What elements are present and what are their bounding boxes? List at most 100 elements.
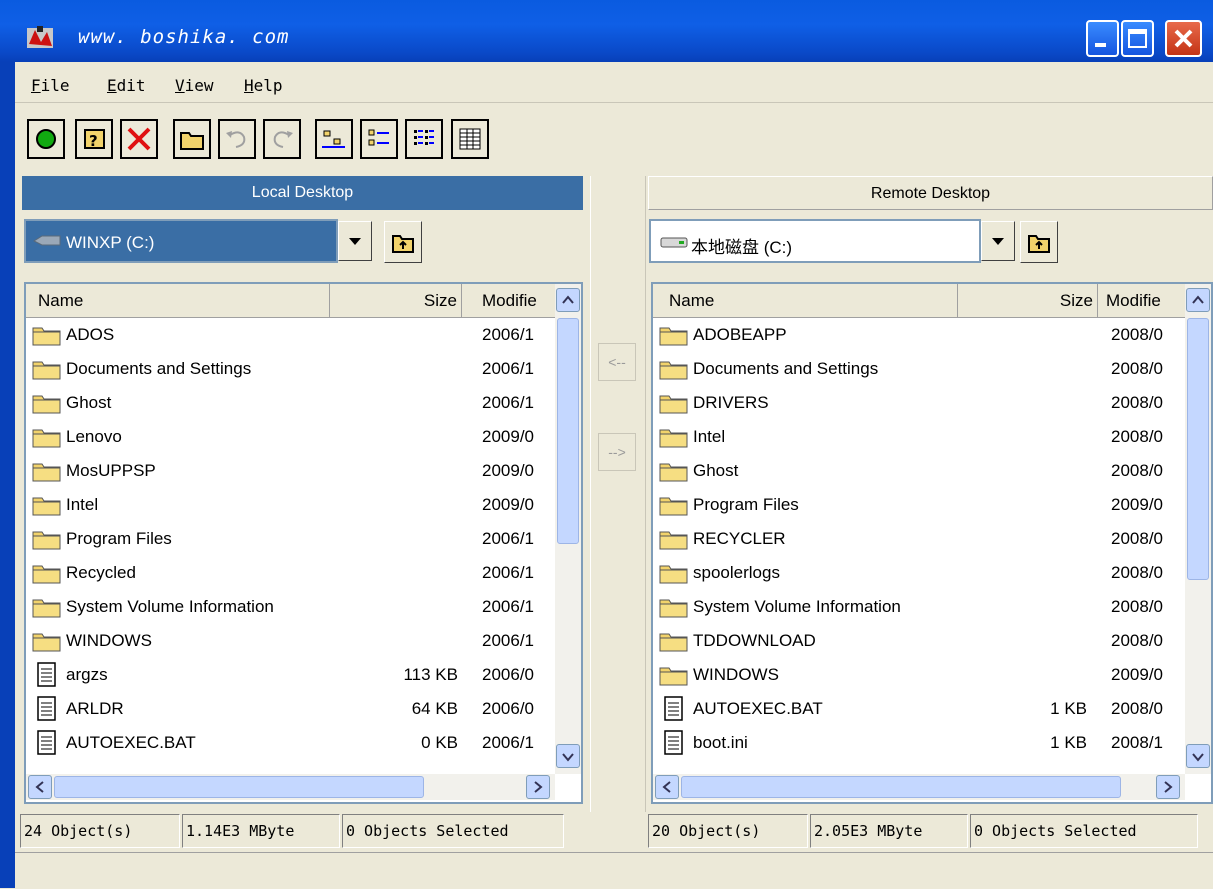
folder-row[interactable]: Ghost 2006/1 [26,386,554,420]
file-modified: 2009/0 [482,427,534,446]
scroll-up-button[interactable] [1186,288,1210,312]
drive-icon [659,235,689,254]
small-icons-button[interactable] [360,119,398,159]
maximize-button[interactable] [1121,20,1154,57]
undo-button[interactable] [218,119,256,159]
title-bar[interactable]: www. boshika. com [0,0,1213,62]
local-drive-dropdown-button[interactable] [338,221,372,261]
folder-row[interactable]: Documents and Settings 2006/1 [26,352,554,386]
window-title: www. boshika. com [78,26,290,48]
folder-row[interactable]: Lenovo 2009/0 [26,420,554,454]
folder-row[interactable]: Intel 2008/0 [653,420,1181,454]
menu-edit[interactable]: Edit [107,76,146,95]
local-horizontal-scrollbar[interactable] [26,774,555,800]
scroll-thumb[interactable] [557,318,579,544]
file-size: 1 KB [1050,699,1087,718]
remote-drive-dropdown-button[interactable] [981,221,1015,261]
close-button[interactable] [1165,20,1202,57]
file-name: ARLDR [66,699,124,718]
delete-button[interactable] [120,119,158,159]
file-name: WINDOWS [693,665,779,684]
file-name: Documents and Settings [693,359,879,378]
file-name: ADOBEAPP [693,325,787,344]
file-size: 64 KB [411,699,458,718]
folder-row[interactable]: Intel 2009/0 [26,488,554,522]
details-view-button[interactable] [451,119,489,159]
folder-row[interactable]: System Volume Information 2006/1 [26,590,554,624]
file-row[interactable]: AUTOEXEC.BAT 1 KB 2008/0 [653,692,1181,726]
folder-row[interactable]: Program Files 2006/1 [26,522,554,556]
folder-row[interactable]: DRIVERS 2008/0 [653,386,1181,420]
scroll-left-button[interactable] [655,775,679,799]
remote-status-size: 2.05E3 MByte [810,814,968,848]
file-row[interactable]: AUTOEXEC.BAT 0 KB 2006/1 [26,726,554,760]
file-modified: 2008/0 [1111,393,1163,412]
scroll-up-button[interactable] [556,288,580,312]
hscroll-thumb[interactable] [681,776,1121,798]
folder-row[interactable]: WINDOWS 2009/0 [653,658,1181,692]
folder-row[interactable]: ADOS 2006/1 [26,318,554,352]
remote-file-list[interactable]: Name Size Modifie ADOBEAPP 2008/0 Document… [651,282,1213,804]
scroll-down-button[interactable] [556,744,580,768]
remote-status-objects: 20 Object(s) [648,814,808,848]
properties-button[interactable]: ? [75,119,113,159]
redo-button[interactable] [263,119,301,159]
copy-to-local-button[interactable]: <-- [598,343,636,381]
column-header-size[interactable]: Size [958,284,1098,318]
column-header-name[interactable]: Name [26,284,330,318]
hscroll-thumb[interactable] [54,776,424,798]
local-up-folder-button[interactable] [384,221,422,263]
file-modified: 2008/0 [1111,631,1163,650]
file-modified: 2006/1 [482,563,534,582]
remote-up-folder-button[interactable] [1020,221,1058,263]
folder-row[interactable]: MosUPPSP 2009/0 [26,454,554,488]
scroll-thumb[interactable] [1187,318,1209,580]
scroll-down-button[interactable] [1186,744,1210,768]
file-row[interactable]: ARLDR 64 KB 2006/0 [26,692,554,726]
file-icon [663,730,685,768]
folder-row[interactable]: Documents and Settings 2008/0 [653,352,1181,386]
drive-icon [32,233,62,254]
folder-row[interactable]: ADOBEAPP 2008/0 [653,318,1181,352]
folder-row[interactable]: RECYCLER 2008/0 [653,522,1181,556]
scroll-left-button[interactable] [28,775,52,799]
menu-file[interactable]: File [31,76,70,95]
scroll-right-button[interactable] [1156,775,1180,799]
list-view-button[interactable] [405,119,443,159]
minimize-button[interactable] [1086,20,1119,57]
file-modified: 2006/1 [482,733,534,752]
column-header-name[interactable]: Name [653,284,958,318]
folder-row[interactable]: Program Files 2009/0 [653,488,1181,522]
folder-row[interactable]: Ghost 2008/0 [653,454,1181,488]
remote-vertical-scrollbar[interactable] [1185,284,1211,774]
folder-row[interactable]: spoolerlogs 2008/0 [653,556,1181,590]
local-drive-label: WINXP (C:) [66,233,155,252]
local-vertical-scrollbar[interactable] [555,284,581,774]
local-file-list[interactable]: Name Size Modifie ADOS 2006/1 Documents an… [24,282,583,804]
file-modified: 2008/0 [1111,563,1163,582]
file-name: AUTOEXEC.BAT [693,699,823,718]
file-size: 113 KB [403,665,458,684]
folder-row[interactable]: System Volume Information 2008/0 [653,590,1181,624]
folder-row[interactable]: Recycled 2006/1 [26,556,554,590]
remote-panel-header: Remote Desktop [648,176,1213,210]
column-header-modified[interactable]: Modifie [1098,284,1188,318]
folder-row[interactable]: TDDOWNLOAD 2008/0 [653,624,1181,658]
new-folder-button[interactable] [173,119,211,159]
file-row[interactable]: boot.ini 1 KB 2008/1 [653,726,1181,760]
menu-view[interactable]: View [175,76,214,95]
local-status-size: 1.14E3 MByte [182,814,340,848]
local-drive-select[interactable]: WINXP (C:) [24,219,338,263]
copy-to-remote-button[interactable]: --> [598,433,636,471]
remote-drive-select[interactable]: 本地磁盘 (C:) [649,219,981,263]
column-header-size[interactable]: Size [330,284,462,318]
file-name: Intel [66,495,99,514]
scroll-right-button[interactable] [526,775,550,799]
large-icons-button[interactable] [315,119,353,159]
folder-row[interactable]: WINDOWS 2006/1 [26,624,554,658]
remote-horizontal-scrollbar[interactable] [653,774,1185,800]
connect-button[interactable] [27,119,65,159]
column-header-modified[interactable]: Modifie [462,284,556,318]
file-row[interactable]: argzs 113 KB 2006/0 [26,658,554,692]
menu-help[interactable]: Help [244,76,283,95]
